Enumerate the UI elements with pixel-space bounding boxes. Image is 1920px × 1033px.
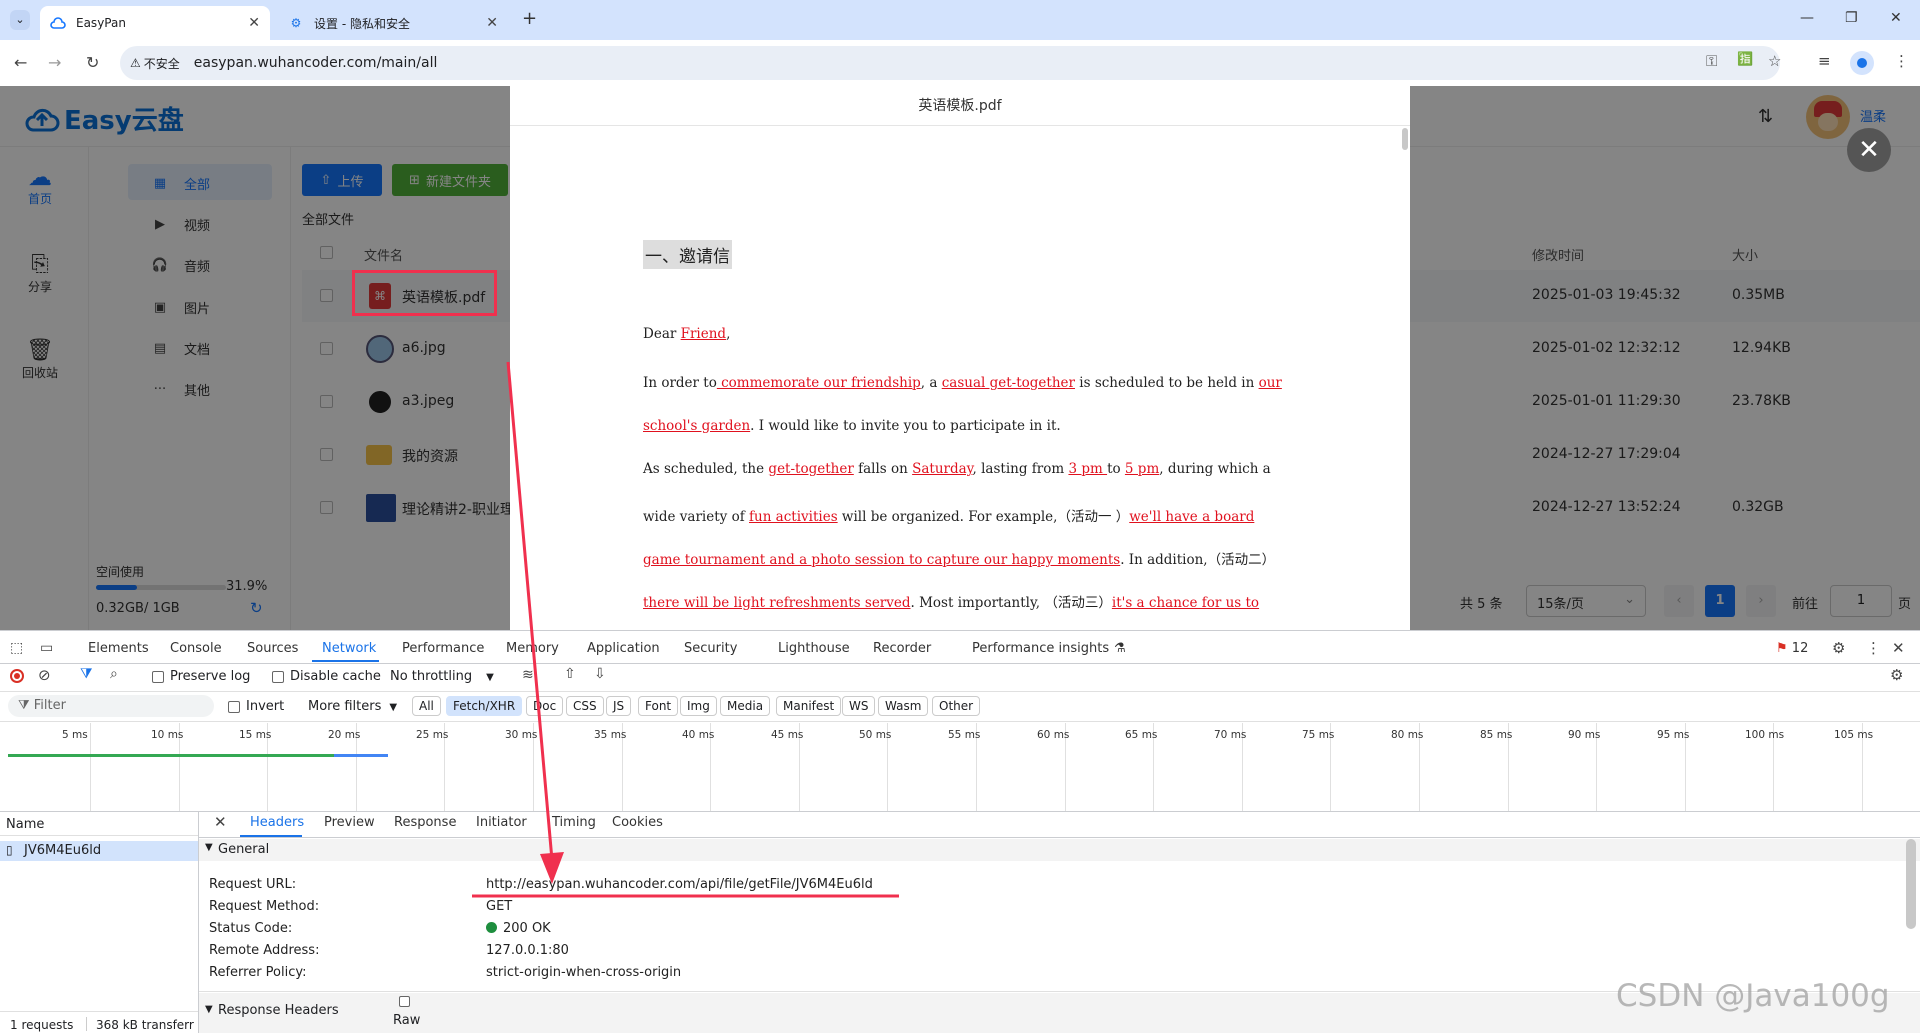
annotation-layer (472, 361, 899, 898)
annotation-arrow-line (506, 361, 554, 861)
watermark: CSDN @Java100g (1616, 978, 1890, 1014)
annotation-arrowhead (540, 852, 564, 884)
